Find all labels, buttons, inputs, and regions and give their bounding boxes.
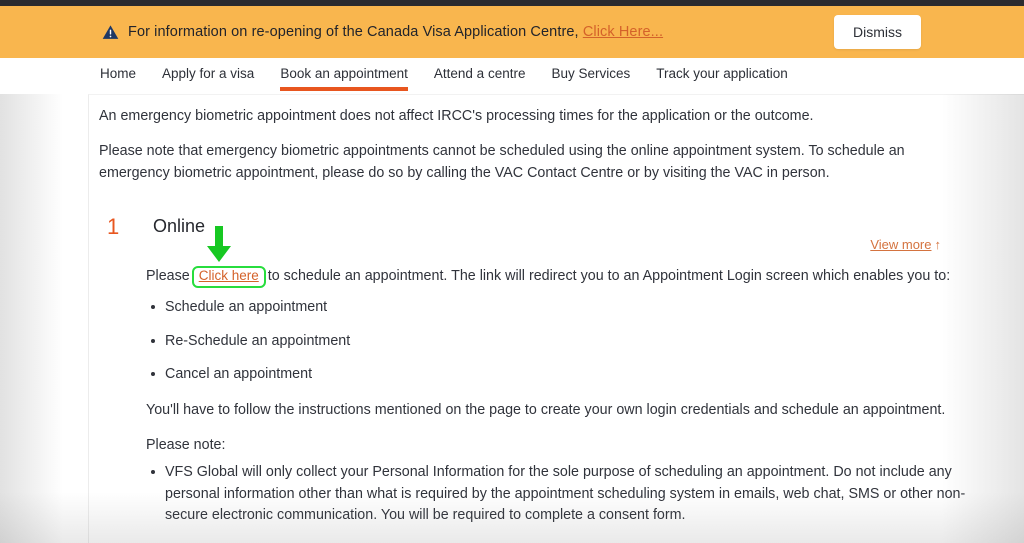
alert-message-text: For information on re-opening of the Can… [128,24,579,40]
lead-text-before: Please [146,268,190,285]
alert-banner-content: For information on re-opening of the Can… [102,24,663,41]
section-body: Please Click here to schedule an appointme… [146,226,1024,543]
instructions-paragraph: You'll have to follow the instructions m… [146,401,946,418]
nav-item-list: Home Apply for a visa Book an appointmen… [100,58,1024,94]
lead-instruction-line: Please Click here to schedule an appointme… [146,226,1024,289]
intro-paragraph-1: An emergency biometric appointment does … [99,108,814,124]
list-item: VFS Global will only collect your Person… [146,462,980,526]
page-screenshot: For information on re-opening of the Can… [0,0,1024,543]
please-note-heading: Please note: [146,436,226,453]
main-navigation: Home Apply for a visa Book an appointmen… [0,58,1024,94]
nav-item-home[interactable]: Home [100,58,136,94]
nav-item-buy-services[interactable]: Buy Services [551,58,630,94]
capability-bullet-list: Schedule an appointment Re-Schedule an a… [146,297,1024,385]
warning-triangle-icon [102,24,119,39]
nav-item-apply-for-a-visa[interactable]: Apply for a visa [162,58,254,94]
alert-click-here-link[interactable]: Click Here... [583,24,663,40]
nav-item-attend-a-centre[interactable]: Attend a centre [434,58,526,94]
alert-message: For information on re-opening of the Can… [128,24,663,40]
note-bullet-list: VFS Global will only collect your Person… [146,462,1024,543]
intro-paragraph-2: Please note that emergency biometric app… [99,143,905,182]
list-item: Re-Schedule an appointment [146,331,980,352]
view-more-label: View more [870,237,932,253]
list-item: Schedule an appointment [146,297,980,318]
section-title: Online [153,216,206,237]
click-here-highlight: Click here [191,266,266,289]
list-item: Cancel an appointment [146,364,980,385]
nav-item-track-your-application[interactable]: Track your application [656,58,788,94]
dismiss-button[interactable]: Dismiss [834,15,921,49]
nav-item-book-an-appointment[interactable]: Book an appointment [280,58,408,94]
section-header: 1 Online View more ↑ [99,214,1024,252]
edge-shadow-left [0,94,90,543]
content-card: An emergency biometric appointment does … [88,94,1024,543]
section-number: 1 [107,214,120,240]
click-here-link[interactable]: Click here [199,268,259,284]
alert-banner: For information on re-opening of the Can… [0,6,1024,58]
content-body: An emergency biometric appointment does … [89,95,1024,543]
lead-text-after: to schedule an appointment. The link wil… [267,268,951,285]
up-arrow-icon: ↑ [934,237,942,253]
view-more-link[interactable]: View more ↑ [870,237,941,252]
